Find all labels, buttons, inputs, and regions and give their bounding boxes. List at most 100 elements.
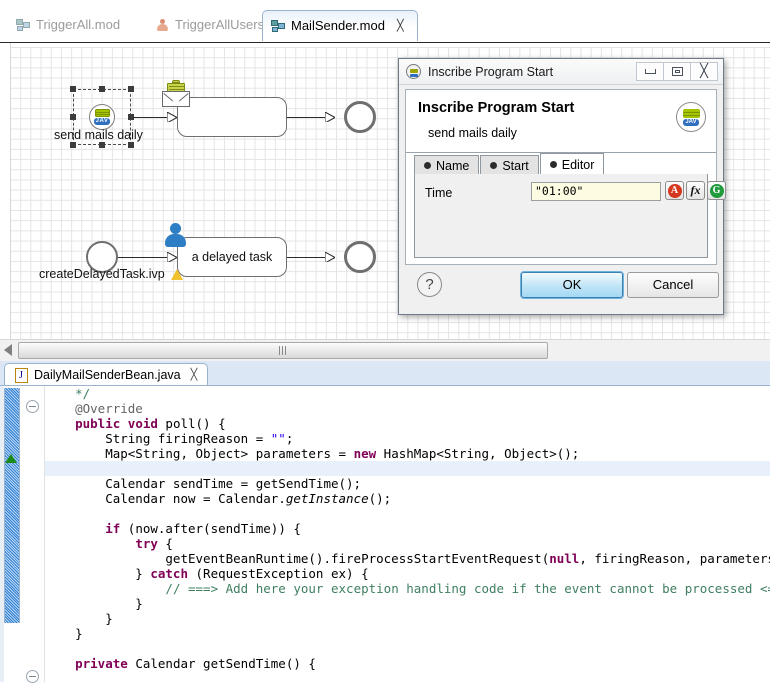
overview-ruler[interactable] [4,386,20,682]
dialog-footer: ? OK Cancel [405,266,719,308]
tab-editor[interactable]: Editor [539,153,605,175]
user-icon [156,18,169,32]
connector[interactable] [287,117,329,118]
editor-tab-label: TriggerAllUsers [175,17,265,32]
code-line[interactable]: private Calendar getSendTime() { [45,656,770,671]
tab-start[interactable]: Start [480,155,539,175]
help-button[interactable]: ? [417,272,442,297]
code-line[interactable]: Map<String, Object> parameters = new Has… [45,446,770,461]
code-lines[interactable]: */ @Override public void poll() { String… [45,386,770,682]
selection-handle[interactable] [128,86,134,92]
end-node-icon[interactable] [344,241,376,273]
dialog-tab-pane: Time "01:00" A fx G [414,174,726,258]
selection-handle[interactable] [70,114,76,120]
canvas-horizontal-scrollbar[interactable] [0,339,770,362]
close-button[interactable]: ╳ [690,62,718,81]
code-line[interactable] [45,506,770,521]
connector[interactable] [287,257,329,258]
function-picker-button[interactable]: fx [686,181,705,200]
step-label: a delayed task [191,250,273,264]
code-line[interactable]: } [45,611,770,626]
code-token: public [75,416,121,431]
editor-tab-label: TriggerAll.mod [36,17,121,32]
restore-button[interactable] [663,62,691,81]
tab-label: Editor [561,157,595,172]
window-buttons: ╳ [636,62,718,81]
connector[interactable] [118,257,170,258]
overview-marker-icon[interactable] [5,454,17,463]
mail-task-step[interactable] [177,97,287,137]
minimize-button[interactable] [636,62,664,81]
tab-name[interactable]: Name [414,155,480,175]
close-icon[interactable]: ╳ [191,364,198,386]
selection-handle[interactable] [99,86,105,92]
selection-handle[interactable] [128,142,134,148]
dialog-tab-list: Name Start Editor [414,153,605,175]
dialog-header-title: Inscribe Program Start [418,100,575,116]
tab-status-dot-icon [424,162,431,169]
code-line[interactable]: } [45,596,770,611]
cancel-button[interactable]: Cancel [627,272,719,298]
code-token: if [105,521,121,536]
java-editor-view: J DailyMailSenderBean.java ╳ */ @Overrid… [0,361,770,683]
scroll-left-arrow-icon[interactable] [4,344,12,356]
editor-tab-mailsender[interactable]: MailSender.mod ╳ [262,10,418,41]
scrollbar-thumb[interactable] [18,342,548,359]
dialog-title-bar[interactable]: Inscribe Program Start ╳ [399,59,723,85]
code-token: getEventBeanRuntime().fireProcessStartEv… [45,551,550,566]
code-line[interactable]: public void poll() { [45,416,770,431]
warning-triangle-icon [171,269,183,280]
overview-ruler-fill [4,388,20,623]
code-line[interactable]: if (now.after(sendTime)) { [45,521,770,536]
code-token: void [127,416,158,431]
ok-button[interactable]: OK [520,271,624,299]
code-line[interactable]: } [45,626,770,641]
code-line[interactable]: try { [45,536,770,551]
dialog-title: Inscribe Program Start [428,64,554,79]
code-token: HashMap<String, Object>(); [376,446,580,461]
code-area[interactable]: */ @Override public void poll() { String… [0,385,770,683]
fold-collapse-icon[interactable] [26,400,39,413]
code-line[interactable]: @Override [45,401,770,416]
code-token: (now.after(sendTime)) { [120,521,301,536]
tab-label: Name [436,158,470,173]
code-line[interactable]: getEventBeanRuntime().fireProcessStartEv… [45,551,770,566]
code-token: } [45,626,83,641]
code-line[interactable] [45,461,770,476]
code-gutter[interactable] [22,386,45,683]
code-token: */ [45,386,91,401]
global-picker-button[interactable]: G [707,181,726,200]
inscribe-program-start-dialog[interactable]: Inscribe Program Start ╳ Inscribe Progra… [398,58,726,315]
code-line[interactable]: Calendar now = Calendar.getInstance(); [45,491,770,506]
arrowhead-icon [167,252,177,262]
java-editor-tab[interactable]: J DailyMailSenderBean.java ╳ [4,363,209,386]
code-token: @Override [45,401,143,416]
scroll-grip-icon [279,346,287,355]
selection-handle[interactable] [70,142,76,148]
code-line[interactable]: Calendar sendTime = getSendTime(); [45,476,770,491]
minimize-icon [644,69,656,74]
process-mod-icon [271,19,285,33]
code-line[interactable]: // ===> Add here your exception handling… [45,581,770,596]
code-line[interactable]: */ [45,386,770,401]
end-node-icon[interactable] [344,101,376,133]
fold-collapse-icon[interactable] [26,670,39,683]
ivy-java-start-icon[interactable]: JAV [89,104,115,130]
code-line[interactable]: } catch (RequestException ex) { [45,566,770,581]
tab-status-dot-icon [549,161,557,168]
code-token: (RequestException ex) { [188,566,369,581]
tab-status-dot-icon [490,162,498,169]
time-input[interactable]: "01:00" [531,182,661,201]
close-icon[interactable]: ╳ [397,11,404,41]
editor-tab-triggerall[interactable]: TriggerAll.mod [8,10,166,40]
code-token: } [45,596,143,611]
user-task-step[interactable]: a delayed task [177,237,287,277]
selection-handle[interactable] [99,142,105,148]
code-token: ; [285,431,294,446]
selection-handle[interactable] [70,86,76,92]
attribute-picker-button[interactable]: A [665,181,684,200]
code-line[interactable]: String firingReason = ""; [45,431,770,446]
java-editor-tab-label: DailyMailSenderBean.java [34,368,181,382]
connector[interactable] [133,117,171,118]
code-line[interactable] [45,641,770,656]
